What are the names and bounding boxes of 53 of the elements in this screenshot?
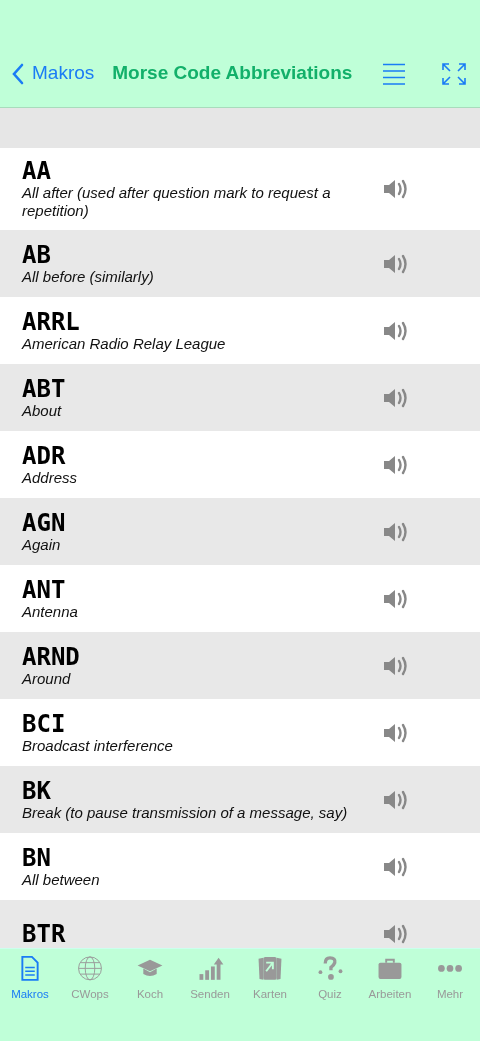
speaker-icon[interactable] <box>383 855 409 878</box>
speaker-icon[interactable] <box>383 453 409 476</box>
speaker-icon[interactable] <box>383 721 409 744</box>
abbreviation: ARND <box>22 643 81 671</box>
back-link[interactable]: Makros <box>12 59 95 88</box>
abbreviation: BCI <box>22 710 67 738</box>
tab[interactable]: Koch <box>120 955 180 1003</box>
abbreviation: ANT <box>22 576 67 604</box>
cards-icon <box>256 955 284 982</box>
meaning-text: Around <box>22 670 72 689</box>
meaning-text: All before (similarly) <box>22 268 155 287</box>
tab[interactable]: Arbeiten <box>360 955 420 1003</box>
abbreviation: BN <box>22 844 52 872</box>
tab[interactable]: Quiz <box>300 955 360 1003</box>
abbreviation: BTR <box>22 920 67 948</box>
meaning-text: All after (used after question mark to request a repetition) <box>22 184 332 221</box>
tab[interactable]: Makros <box>0 955 60 1003</box>
meaning-text: About <box>22 402 63 421</box>
meaning-text: American Radio Relay League <box>22 335 227 354</box>
speaker-icon[interactable] <box>383 922 409 945</box>
speaker-icon[interactable] <box>383 654 409 677</box>
meaning-text: Antenna <box>22 603 79 622</box>
meaning-text: All between <box>22 871 101 890</box>
menu-icon[interactable] <box>382 62 406 85</box>
speaker-icon[interactable] <box>383 386 409 409</box>
abbreviation: ABT <box>22 375 67 403</box>
more-icon <box>438 965 462 972</box>
bar-chart-icon <box>196 955 224 982</box>
speaker-icon[interactable] <box>383 178 409 201</box>
chevron-left-icon <box>12 62 24 85</box>
question-marks-icon <box>316 955 344 982</box>
tab[interactable]: Karten <box>240 955 300 1003</box>
abbreviation: BK <box>22 777 52 805</box>
page-title: Morse Code Abbreviations <box>112 61 353 86</box>
speaker-icon[interactable] <box>383 252 409 275</box>
tab[interactable]: CWops <box>60 955 120 1003</box>
speaker-icon[interactable] <box>383 319 409 342</box>
speaker-icon[interactable] <box>383 520 409 543</box>
meaning-text: Broadcast interference <box>22 737 174 756</box>
meaning-text: Again <box>22 536 62 555</box>
abbreviation: AGN <box>22 509 67 537</box>
tab[interactable]: Senden <box>180 955 240 1003</box>
abbreviation: AB <box>22 241 52 269</box>
meaning-text: Address <box>22 469 79 488</box>
meaning-text: Break (to pause transmission of a message, say) <box>22 804 349 823</box>
speaker-icon[interactable] <box>383 587 409 610</box>
abbreviation: AA <box>22 158 52 185</box>
abbreviation: ARRL <box>22 308 81 336</box>
tab[interactable]: Mehr <box>420 955 480 1003</box>
abbreviation: ADR <box>22 442 67 470</box>
globe-icon <box>76 955 104 982</box>
expand-icon[interactable] <box>442 62 466 85</box>
speaker-icon[interactable] <box>383 788 409 811</box>
